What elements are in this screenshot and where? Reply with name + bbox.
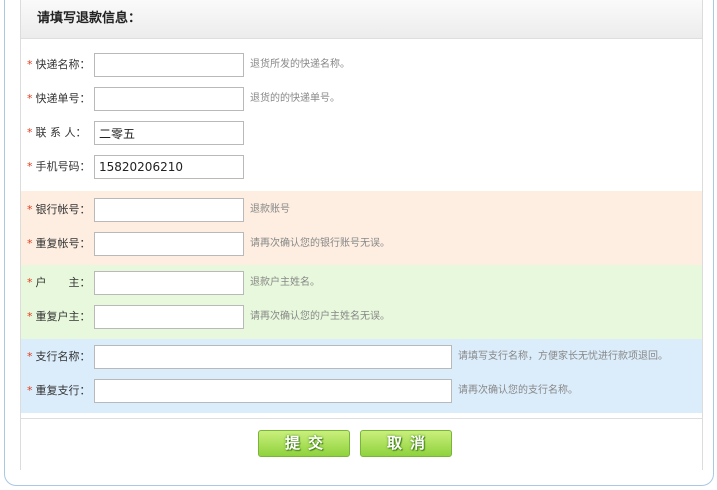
courier-name-label: * 快递名称： bbox=[27, 58, 91, 71]
bank-account-confirm-input[interactable] bbox=[94, 232, 244, 256]
tracking-no-row: * 快递单号： 退货的的快递单号。 bbox=[21, 87, 702, 111]
branch-row: * 支行名称： 请填写支行名称，方便家长无忧进行款项退回。 bbox=[21, 345, 702, 369]
required-mark: * bbox=[27, 203, 33, 216]
contact-row: * 联 系 人： bbox=[21, 121, 702, 145]
bank-account-confirm-row: * 重复帐号： 请再次确认您的银行账号无误。 bbox=[21, 232, 702, 256]
account-holder-section: * 户 主： 退款户主姓名。 * 重复户主： 请再次确认您的户主姓名无误。 bbox=[21, 265, 702, 339]
courier-name-hint: 退货所发的快递名称。 bbox=[250, 59, 350, 70]
bank-account-hint: 退款账号 bbox=[250, 204, 290, 215]
required-mark: * bbox=[27, 160, 33, 173]
required-mark: * bbox=[27, 237, 33, 250]
holder-input[interactable] bbox=[94, 271, 244, 295]
courier-name-input[interactable] bbox=[94, 53, 244, 77]
cancel-button[interactable]: 取消 bbox=[360, 430, 452, 457]
branch-hint: 请填写支行名称，方便家长无忧进行款项退回。 bbox=[458, 351, 668, 362]
bank-account-row: * 银行帐号： 退款账号 bbox=[21, 198, 702, 222]
courier-section: * 快递名称： 退货所发的快递名称。 * 快递单号： 退货的的快递单号。 * 联 系 … bbox=[21, 39, 702, 191]
bank-account-label: * 银行帐号： bbox=[27, 203, 91, 216]
tracking-no-input[interactable] bbox=[94, 87, 244, 111]
refund-form-panel: 请填写退款信息： * 快递名称： 退货所发的快递名称。 * 快递单号： 退货的的快递… bbox=[20, 0, 703, 471]
required-mark: * bbox=[27, 126, 33, 139]
branch-confirm-label: * 重复支行： bbox=[27, 384, 91, 397]
required-mark: * bbox=[27, 384, 33, 397]
phone-row: * 手机号码： bbox=[21, 155, 702, 179]
submit-button[interactable]: 提交 bbox=[258, 430, 350, 457]
holder-confirm-row: * 重复户主： 请再次确认您的户主姓名无误。 bbox=[21, 305, 702, 329]
contact-label: * 联 系 人： bbox=[27, 126, 87, 139]
form-footer: 提交 取消 bbox=[21, 418, 702, 471]
branch-input[interactable] bbox=[94, 345, 452, 369]
holder-hint: 退款户主姓名。 bbox=[250, 277, 320, 288]
courier-name-row: * 快递名称： 退货所发的快递名称。 bbox=[21, 53, 702, 77]
required-mark: * bbox=[27, 58, 33, 71]
required-mark: * bbox=[27, 310, 33, 323]
holder-label: * 户 主： bbox=[27, 276, 91, 289]
bank-account-section: * 银行帐号： 退款账号 * 重复帐号： 请再次确认您的银行账号无误。 bbox=[21, 191, 702, 265]
contact-input[interactable] bbox=[94, 121, 244, 145]
phone-label: * 手机号码： bbox=[27, 160, 91, 173]
tracking-no-hint: 退货的的快递单号。 bbox=[250, 93, 340, 104]
branch-confirm-row: * 重复支行： 请再次确认您的支行名称。 bbox=[21, 379, 702, 403]
holder-confirm-label: * 重复户主： bbox=[27, 310, 91, 323]
holder-row: * 户 主： 退款户主姓名。 bbox=[21, 271, 702, 295]
required-mark: * bbox=[27, 276, 33, 289]
panel-title: 请填写退款信息： bbox=[21, 0, 702, 39]
branch-section: * 支行名称： 请填写支行名称，方便家长无忧进行款项退回。 * 重复支行： 请再次确… bbox=[21, 339, 702, 413]
required-mark: * bbox=[27, 92, 33, 105]
holder-confirm-hint: 请再次确认您的户主姓名无误。 bbox=[250, 311, 390, 322]
branch-label: * 支行名称： bbox=[27, 350, 91, 363]
tracking-no-label: * 快递单号： bbox=[27, 92, 91, 105]
branch-confirm-hint: 请再次确认您的支行名称。 bbox=[458, 385, 578, 396]
bank-account-confirm-label: * 重复帐号： bbox=[27, 237, 91, 250]
bank-account-input[interactable] bbox=[94, 198, 244, 222]
bank-account-confirm-hint: 请再次确认您的银行账号无误。 bbox=[250, 238, 390, 249]
branch-confirm-input[interactable] bbox=[94, 379, 452, 403]
holder-confirm-input[interactable] bbox=[94, 305, 244, 329]
required-mark: * bbox=[27, 350, 33, 363]
phone-input[interactable] bbox=[94, 155, 244, 179]
